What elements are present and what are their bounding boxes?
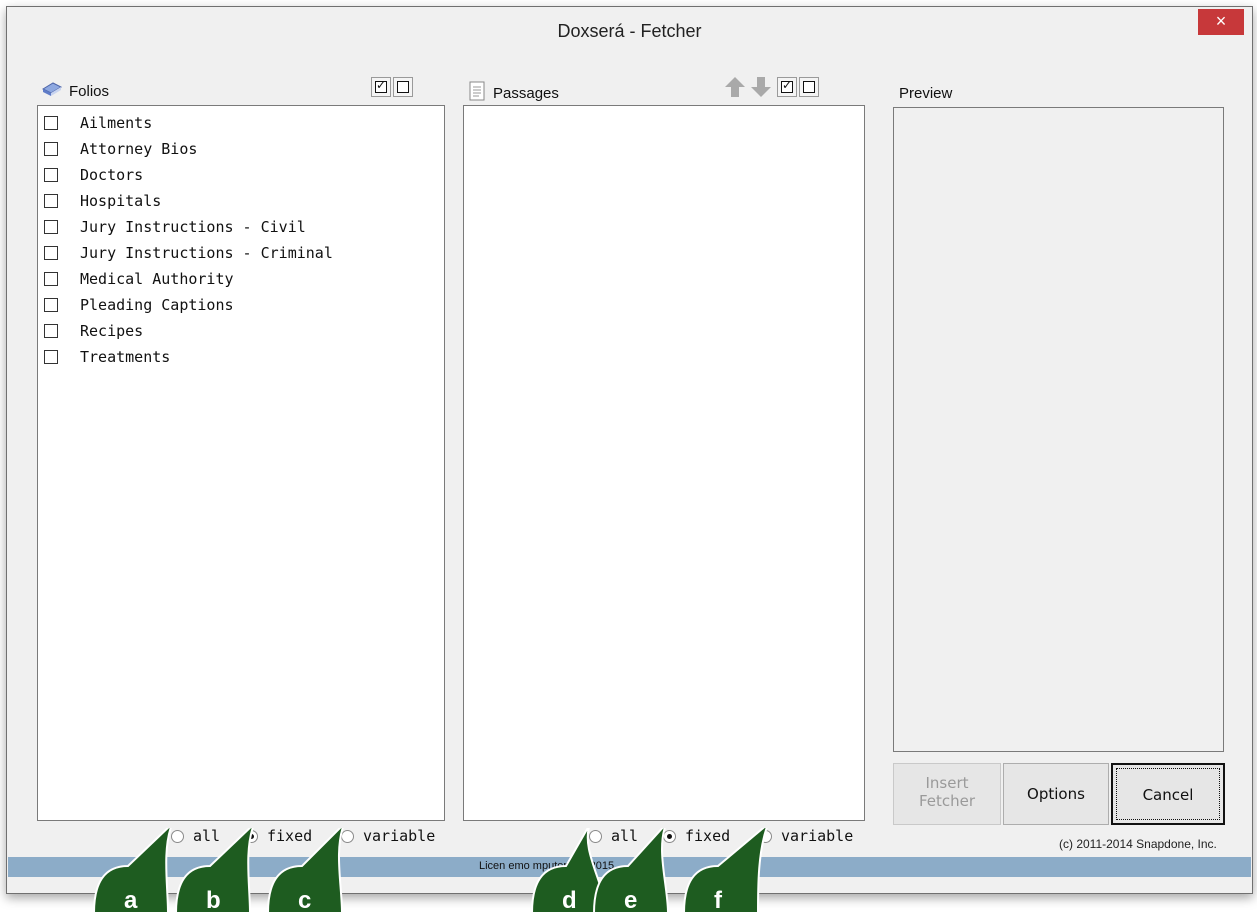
preview-label: Preview (899, 85, 953, 102)
folios-list[interactable]: Ailments Attorney Bios Doctors Hospitals Jur… (37, 105, 445, 821)
folios-label: Folios (69, 83, 110, 100)
folio-label: Treatments (80, 348, 171, 366)
folio-label: Ailments (80, 114, 153, 132)
folio-checkbox[interactable] (44, 272, 58, 286)
passages-check-all-button[interactable]: ✓ (777, 77, 797, 97)
folio-checkbox[interactable] (44, 116, 58, 130)
folio-label: Doctors (80, 166, 144, 184)
folio-checkbox[interactable] (44, 194, 58, 208)
folio-label: Jury Instructions - Civil (80, 218, 306, 236)
passages-uncheck-all-button[interactable] (799, 77, 819, 97)
window-title: Doxserá - Fetcher (557, 21, 702, 41)
passages-list[interactable] (463, 105, 865, 821)
folio-label: Jury Instructions - Criminal (80, 244, 333, 262)
folio-label: Recipes (80, 322, 144, 340)
folios-variable-label: variable (363, 827, 436, 845)
folio-label: Attorney Bios (80, 140, 198, 158)
move-up-button[interactable] (723, 75, 747, 99)
callout-letter: e (624, 887, 637, 914)
cancel-button[interactable]: Cancel (1111, 763, 1225, 825)
fetcher-window: Doxserá - Fetcher × Folios ✓ Ailments Att… (6, 6, 1253, 894)
list-item[interactable]: Hospitals (42, 188, 432, 214)
list-item[interactable]: Pleading Captions (42, 292, 432, 318)
folios-check-all-button[interactable]: ✓ (371, 77, 391, 97)
folio-checkbox[interactable] (44, 324, 58, 338)
callout-letter: d (562, 887, 577, 914)
folios-uncheck-all-button[interactable] (393, 77, 413, 97)
folio-checkbox[interactable] (44, 168, 58, 182)
folio-label: Hospitals (80, 192, 162, 210)
list-item[interactable]: Ailments (42, 110, 432, 136)
insert-fetcher-line2: Fetcher (918, 792, 976, 810)
list-item[interactable]: Recipes (42, 318, 432, 344)
callout-letter: f (714, 887, 723, 914)
list-item[interactable]: Jury Instructions - Criminal (42, 240, 432, 266)
folio-label: Pleading Captions (80, 296, 234, 314)
callout-letter: b (206, 887, 221, 914)
callout-marker-f: f (682, 828, 768, 914)
folio-checkbox[interactable] (44, 298, 58, 312)
folio-checkbox[interactable] (44, 246, 58, 260)
list-item[interactable]: Jury Instructions - Civil (42, 214, 432, 240)
preview-pane (893, 107, 1224, 752)
list-item[interactable]: Doctors (42, 162, 432, 188)
insert-fetcher-line1: Insert (925, 774, 969, 792)
callout-marker-c: c (266, 828, 344, 914)
folio-checkbox[interactable] (44, 142, 58, 156)
list-item[interactable]: Treatments (42, 344, 432, 370)
list-item[interactable]: Medical Authority (42, 266, 432, 292)
folio-label: Medical Authority (80, 270, 234, 288)
title-bar: Doxserá - Fetcher × (7, 7, 1252, 55)
callout-letter: c (298, 887, 311, 914)
options-button[interactable]: Options (1003, 763, 1109, 825)
insert-fetcher-button[interactable]: Insert Fetcher (893, 763, 1001, 825)
passages-label: Passages (493, 85, 559, 102)
arrow-up-icon (723, 77, 747, 103)
folio-checkbox[interactable] (44, 220, 58, 234)
list-item[interactable]: Attorney Bios (42, 136, 432, 162)
folios-icon (41, 79, 63, 99)
move-down-button[interactable] (749, 75, 773, 99)
unchecked-box-icon (803, 81, 815, 93)
document-icon (469, 81, 485, 101)
callout-letter: a (124, 887, 138, 914)
arrow-down-icon (749, 77, 773, 103)
folio-checkbox[interactable] (44, 350, 58, 364)
passages-variable-label: variable (781, 827, 854, 845)
close-button[interactable]: × (1198, 9, 1244, 35)
unchecked-box-icon (397, 81, 409, 93)
copyright-text: (c) 2011-2014 Snapdone, Inc. (1059, 837, 1217, 851)
